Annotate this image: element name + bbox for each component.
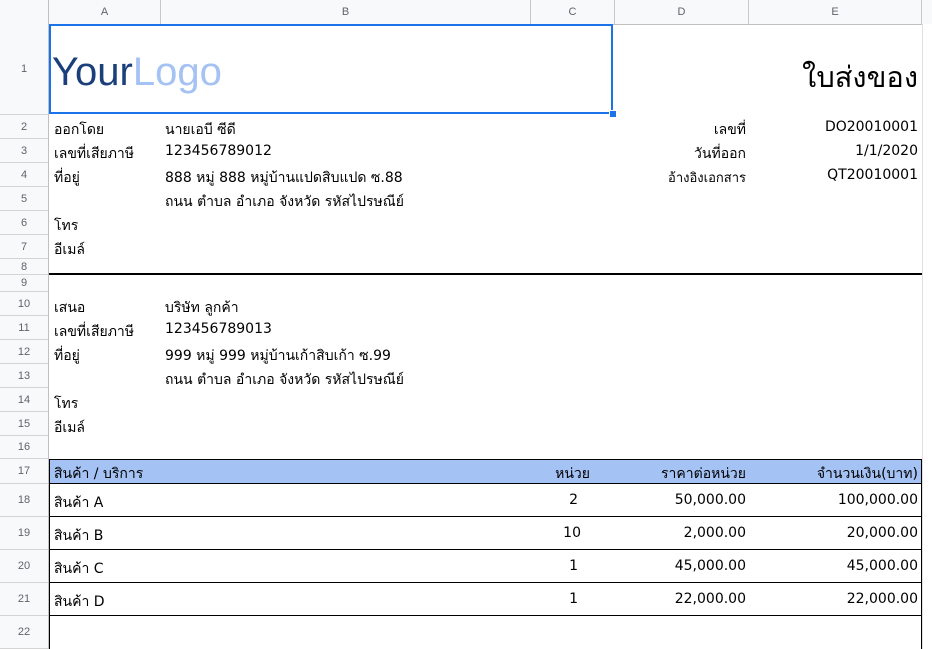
row-header[interactable]: 14	[0, 388, 48, 412]
item-qty[interactable]: 2	[569, 492, 578, 508]
row-divider	[49, 582, 922, 583]
item-unit-price[interactable]: 2,000.00	[684, 525, 746, 541]
item-qty[interactable]: 1	[569, 558, 578, 574]
item-name[interactable]: สินค้า D	[54, 591, 105, 613]
row-header[interactable]: 12	[0, 340, 48, 364]
header-qty[interactable]: หน่วย	[555, 463, 590, 485]
row-header[interactable]: 8	[0, 259, 48, 275]
customer-tax-label: เลขที่เสียภาษี	[54, 324, 135, 340]
items-table-header	[49, 459, 922, 484]
item-name[interactable]: สินค้า B	[54, 525, 103, 547]
issuer-address-line2[interactable]: ถนน ตำบล อำเภอ จังหวัด รหัสไปรษณีย์	[165, 191, 404, 213]
row-divider	[49, 615, 922, 616]
item-unit-price[interactable]: 50,000.00	[675, 492, 746, 508]
row-header[interactable]: 20	[0, 550, 48, 583]
issuer-phone-label: โทร	[54, 218, 79, 234]
row-header[interactable]: 15	[0, 412, 48, 436]
column-header-b[interactable]: B	[161, 0, 531, 24]
column-header-d[interactable]: D	[615, 0, 749, 24]
issuer-by-value[interactable]: นายเอบี ซีดี	[165, 119, 236, 141]
row-divider	[49, 549, 922, 550]
customer-to-value[interactable]: บริษัท ลูกค้า	[165, 297, 239, 319]
selected-cell-range[interactable]	[49, 24, 613, 114]
reference-label: อ้างอิงเอกสาร	[668, 171, 746, 186]
row-header[interactable]: 18	[0, 484, 48, 517]
fill-handle[interactable]	[609, 110, 617, 118]
customer-address-line1[interactable]: 999 หมู่ 999 หมู่บ้านเก้าสิบเก้า ซ.99	[165, 345, 391, 367]
column-header-a[interactable]: A	[49, 0, 161, 24]
item-unit-price[interactable]: 22,000.00	[675, 591, 746, 607]
reference-value[interactable]: QT20010001	[827, 167, 918, 183]
row-header[interactable]: 4	[0, 163, 48, 187]
issuer-tax-label: เลขที่เสียภาษี	[54, 146, 135, 162]
issuer-address-line1[interactable]: 888 หมู่ 888 หมู่บ้านแปดสิบแปด ซ.88	[165, 167, 403, 189]
row-header[interactable]: 10	[0, 292, 48, 316]
row-header[interactable]: 17	[0, 459, 48, 484]
item-name[interactable]: สินค้า A	[54, 492, 103, 514]
customer-tax-value[interactable]: 123456789013	[165, 321, 272, 337]
document-title: ใบส่งของ	[802, 60, 918, 94]
column-header-e[interactable]: E	[749, 0, 922, 24]
issue-date-label: วันที่ออก	[694, 146, 746, 162]
row-header[interactable]: 21	[0, 583, 48, 616]
row-header[interactable]: 11	[0, 316, 48, 340]
select-all-corner[interactable]	[0, 0, 49, 24]
customer-address-line2[interactable]: ถนน ตำบล อำเภอ จังหวัด รหัสไปรษณีย์	[165, 369, 404, 391]
issuer-by-label: ออกโดย	[54, 122, 105, 138]
doc-number-label: เลขที่	[713, 122, 746, 138]
row-header[interactable]: 6	[0, 211, 48, 235]
issuer-tax-value[interactable]: 123456789012	[165, 143, 272, 159]
row-header[interactable]: 1	[0, 24, 48, 115]
issuer-address-label: ที่อยู่	[54, 170, 80, 186]
column-header-bar: A B C D E	[0, 0, 932, 25]
customer-phone-label: โทร	[54, 396, 79, 412]
item-amount[interactable]: 20,000.00	[847, 525, 918, 541]
item-amount[interactable]: 45,000.00	[847, 558, 918, 574]
item-unit-price[interactable]: 45,000.00	[675, 558, 746, 574]
row-header[interactable]: 5	[0, 187, 48, 211]
issue-date-value[interactable]: 1/1/2020	[855, 143, 918, 159]
item-qty[interactable]: 10	[563, 525, 581, 541]
customer-address-label: ที่อยู่	[54, 348, 80, 364]
header-amount[interactable]: จำนวนเงิน(บาท)	[817, 463, 918, 485]
table-left-border	[49, 459, 50, 649]
issuer-email-label: อีเมล์	[54, 242, 86, 258]
item-amount[interactable]: 100,000.00	[838, 492, 918, 508]
row-header[interactable]: 2	[0, 115, 48, 139]
row-header[interactable]: 16	[0, 436, 48, 459]
customer-to-label: เสนอ	[54, 300, 86, 316]
column-header-c[interactable]: C	[531, 0, 615, 24]
row-divider	[49, 516, 922, 517]
row-header[interactable]: 13	[0, 364, 48, 388]
vertical-scrollbar-track[interactable]	[922, 24, 932, 649]
row-header[interactable]: 3	[0, 139, 48, 163]
item-name[interactable]: สินค้า C	[54, 558, 104, 580]
item-amount[interactable]: 22,000.00	[847, 591, 918, 607]
row-header[interactable]: 9	[0, 275, 48, 292]
row-header[interactable]: 7	[0, 235, 48, 259]
header-unit-price[interactable]: ราคาต่อหน่วย	[661, 463, 746, 485]
section-divider	[49, 273, 922, 275]
customer-email-label: อีเมล์	[54, 420, 86, 436]
doc-number-value[interactable]: DO20010001	[825, 119, 918, 135]
row-header-bar: 1 2 3 4 5 6 7 8 9 10 11 12 13 14 15 16 1…	[0, 24, 49, 649]
row-header[interactable]: 22	[0, 616, 48, 649]
header-item[interactable]: สินค้า / บริการ	[54, 463, 143, 485]
row-header[interactable]: 19	[0, 517, 48, 550]
item-qty[interactable]: 1	[569, 591, 578, 607]
